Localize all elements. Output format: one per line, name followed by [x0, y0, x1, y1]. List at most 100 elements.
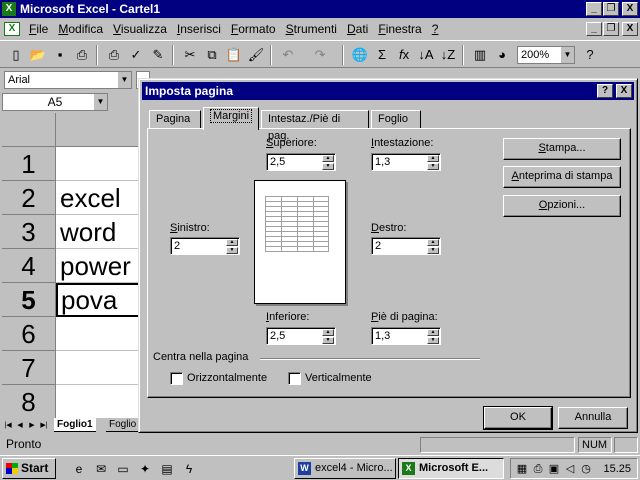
menu-strumenti[interactable]: Strumenti [281, 22, 342, 36]
cell-a2[interactable]: excel [56, 181, 138, 215]
function-icon[interactable]: fx [394, 45, 414, 65]
sheet-tab-foglio1[interactable]: Foglio1 [54, 418, 96, 432]
tray-monitor-icon[interactable]: ▣ [547, 461, 561, 477]
cut-icon[interactable]: ✂ [180, 45, 200, 65]
spin-down-icon[interactable]: ▼ [322, 337, 334, 344]
autosum-icon[interactable]: Σ [372, 45, 392, 65]
format-painter-icon[interactable]: 🖌 [246, 45, 266, 65]
hyperlink-icon[interactable]: 🌐 [350, 45, 370, 65]
save-icon[interactable]: ▪ [50, 45, 70, 65]
superiore-input[interactable]: 2,5 ▲ ▼ [266, 153, 336, 171]
spin-down-icon[interactable]: ▼ [427, 247, 439, 254]
opzioni-button[interactable]: Opzioni... [503, 195, 621, 217]
cell-a3[interactable]: word [56, 215, 138, 249]
menu-dati[interactable]: Dati [342, 22, 373, 36]
intestazione-input[interactable]: 1,3 ▲ ▼ [371, 153, 441, 171]
cell-a4[interactable]: power [56, 249, 138, 283]
chevron-down-icon[interactable]: ▼ [93, 94, 107, 110]
app-title-bar[interactable]: X Microsoft Excel - Cartel1 _ ❐ X [0, 0, 640, 18]
spin-up-icon[interactable]: ▲ [226, 239, 238, 246]
excel-app-icon[interactable]: X [2, 2, 16, 16]
row-header[interactable]: 7 [2, 351, 56, 385]
close-button[interactable]: X [622, 2, 638, 16]
open-icon[interactable]: 📂 [28, 45, 48, 65]
checkbox-box[interactable] [170, 372, 183, 385]
checkbox-box[interactable] [288, 372, 301, 385]
cell-a1[interactable] [56, 147, 138, 181]
spin-down-icon[interactable]: ▼ [427, 337, 439, 344]
new-icon[interactable]: ▯ [6, 45, 26, 65]
spin-down-icon[interactable]: ▼ [322, 163, 334, 170]
start-button[interactable]: Start [2, 458, 56, 479]
spin-down-icon[interactable]: ▼ [226, 247, 238, 254]
row-header[interactable]: 8 [2, 385, 56, 418]
desktop-icon[interactable]: ▭ [114, 460, 132, 478]
print-icon[interactable]: ⎙ [72, 45, 92, 65]
tray-network-icon[interactable]: ▦ [515, 461, 529, 477]
help-icon[interactable]: ? [580, 45, 600, 65]
tab-pagina[interactable]: Pagina [149, 110, 201, 129]
zoom-select[interactable]: 200% ▼ [517, 46, 575, 64]
menu-inserisci[interactable]: Inserisci [172, 22, 226, 36]
tray-scheduler-icon[interactable]: ◷ [579, 461, 593, 477]
outlook-icon[interactable]: ✉ [92, 460, 110, 478]
minimize-button[interactable]: _ [586, 2, 602, 16]
first-sheet-icon[interactable]: |◀ [2, 420, 14, 432]
verticalmente-checkbox[interactable]: Verticalmente [288, 372, 372, 385]
ok-button[interactable]: OK [483, 406, 553, 430]
restore-button[interactable]: ❐ [603, 2, 619, 16]
taskbar-excel[interactable]: X Microsoft E... [398, 458, 504, 479]
sort-desc-icon[interactable]: ↓Z [438, 45, 458, 65]
last-sheet-icon[interactable]: ▶| [38, 420, 50, 432]
print-preview-icon[interactable]: ⎙ [104, 45, 124, 65]
menu-visualizza[interactable]: Visualizza [108, 22, 172, 36]
internet-explorer-icon[interactable]: e [70, 460, 88, 478]
tab-foglio[interactable]: Foglio [371, 110, 421, 129]
row-header[interactable]: 2 [2, 181, 56, 215]
spin-up-icon[interactable]: ▲ [427, 239, 439, 246]
anteprima-button[interactable]: Anteprima di stampa [503, 166, 621, 188]
row-header[interactable]: 6 [2, 317, 56, 351]
copy-icon[interactable]: ⧉ [202, 45, 222, 65]
lightning-icon[interactable]: ϟ [180, 460, 198, 478]
name-box[interactable]: A5 ▼ [2, 93, 108, 111]
spin-up-icon[interactable]: ▲ [427, 329, 439, 336]
prev-sheet-icon[interactable]: ◀ [14, 420, 26, 432]
doc-close-button[interactable]: X [622, 22, 638, 36]
annulla-button[interactable]: Annulla [558, 407, 628, 429]
spellcheck-abc-icon[interactable]: ✎ [148, 45, 168, 65]
spellcheck-icon[interactable]: ✓ [126, 45, 146, 65]
orizzontalmente-checkbox[interactable]: Orizzontalmente [170, 372, 267, 385]
menu-modifica[interactable]: Modifica [53, 22, 108, 36]
sort-asc-icon[interactable]: ↓A [416, 45, 436, 65]
menu-file[interactable]: File [24, 22, 53, 36]
cell-a8[interactable] [56, 385, 138, 418]
spin-up-icon[interactable]: ▲ [427, 155, 439, 162]
worksheet-grid[interactable]: 1 2 excel 3 word 4 power 5 pova 6 7 8 [2, 113, 138, 418]
explorer-icon[interactable]: ▤ [158, 460, 176, 478]
map-icon[interactable]: ◕ [492, 45, 512, 65]
tab-intestazione[interactable]: Intestaz./Piè di pag. [261, 110, 369, 142]
cell-a6[interactable] [56, 317, 138, 351]
cell-a5-selected[interactable]: pova [56, 283, 138, 317]
menu-help[interactable]: ? [427, 22, 444, 36]
row-header[interactable]: 1 [2, 147, 56, 181]
spin-up-icon[interactable]: ▲ [322, 329, 334, 336]
paste-icon[interactable]: 📋 [224, 45, 244, 65]
doc-restore-button[interactable]: ❐ [603, 22, 619, 36]
taskbar-word-document[interactable]: W excel4 - Micro... [294, 458, 396, 479]
chevron-down-icon[interactable]: ▼ [560, 47, 574, 63]
row-header-active[interactable]: 5 [2, 283, 56, 317]
dialog-help-button[interactable]: ? [597, 84, 613, 98]
cell-a7[interactable] [56, 351, 138, 385]
row-header[interactable]: 4 [2, 249, 56, 283]
chevron-down-icon[interactable]: ▼ [117, 72, 131, 88]
sheet-tab-foglio2[interactable]: Foglio [106, 418, 140, 432]
chart-wizard-icon[interactable]: ▥ [470, 45, 490, 65]
destro-input[interactable]: 2 ▲ ▼ [371, 237, 441, 255]
dialog-close-button[interactable]: X [616, 84, 632, 98]
row-header[interactable]: 3 [2, 215, 56, 249]
sinistro-input[interactable]: 2 ▲ ▼ [170, 237, 240, 255]
channels-icon[interactable]: ✦ [136, 460, 154, 478]
tray-printer-icon[interactable]: ⎙ [531, 461, 545, 477]
